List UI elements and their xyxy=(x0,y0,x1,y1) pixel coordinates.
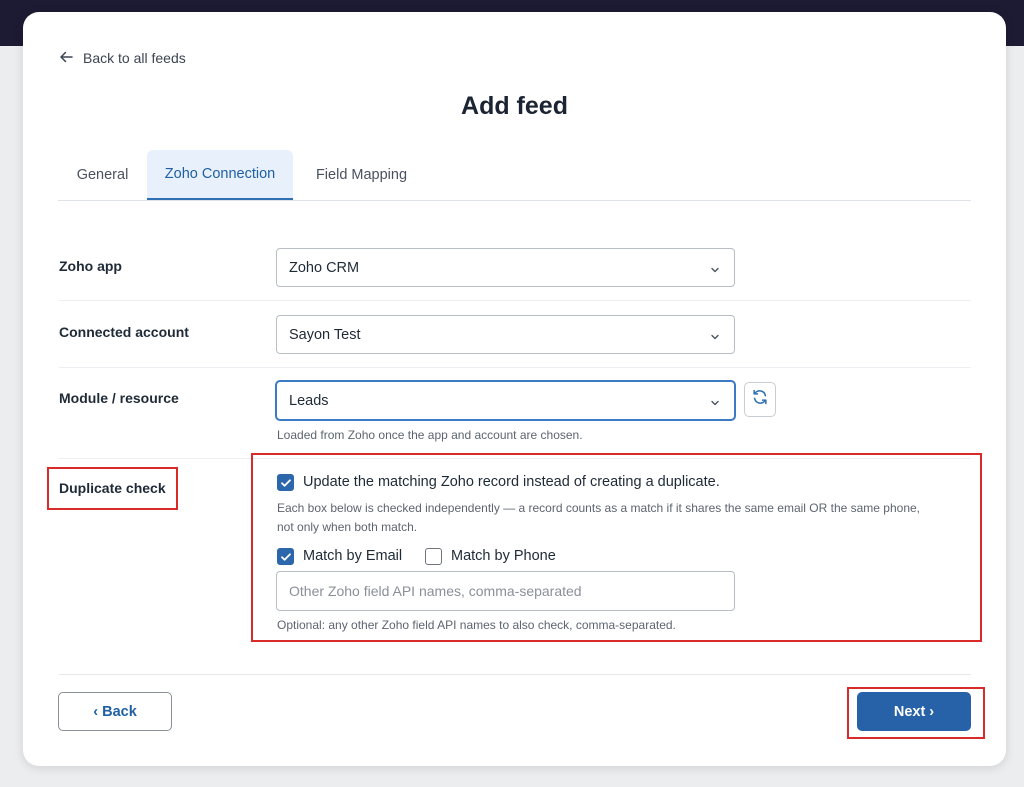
match-phone-label[interactable]: Match by Phone xyxy=(451,548,556,564)
chevron-down-icon xyxy=(710,396,720,406)
match-email-label[interactable]: Match by Email xyxy=(303,548,402,564)
chevron-down-icon xyxy=(710,263,720,273)
update-record-label[interactable]: Update the matching Zoho record instead … xyxy=(303,474,720,490)
zoho-app-value: Zoho CRM xyxy=(289,259,360,276)
module-help-text: Loaded from Zoho once the app and accoun… xyxy=(277,428,583,442)
page-title: Add feed xyxy=(461,92,568,120)
module-resource-value: Leads xyxy=(289,392,329,409)
zoho-app-select[interactable]: Zoho CRM xyxy=(276,248,735,287)
add-feed-card: Back to all feeds Add feed General Zoho … xyxy=(23,12,1006,766)
back-to-feeds-label: Back to all feeds xyxy=(83,50,186,66)
connected-account-value: Sayon Test xyxy=(289,326,361,343)
back-to-feeds-link[interactable]: Back to all feeds xyxy=(59,49,186,67)
update-record-checkbox[interactable] xyxy=(277,474,294,491)
duplicate-explanation-line1: Each box below is checked independently … xyxy=(277,501,921,515)
zoho-app-label: Zoho app xyxy=(59,258,122,274)
row-divider xyxy=(59,367,971,368)
match-email-checkbox[interactable] xyxy=(277,548,294,565)
refresh-icon xyxy=(751,388,769,411)
row-divider xyxy=(59,458,971,459)
connected-account-select[interactable]: Sayon Test xyxy=(276,315,735,354)
tab-zoho-connection[interactable]: Zoho Connection xyxy=(147,150,293,200)
row-divider xyxy=(59,300,971,301)
tab-bar: General Zoho Connection Field Mapping xyxy=(58,150,971,201)
footer-divider xyxy=(59,674,971,675)
back-button[interactable]: ‹ Back xyxy=(58,692,172,731)
duplicate-explanation-line2: not only when both match. xyxy=(277,520,418,534)
other-fields-input[interactable] xyxy=(276,571,735,611)
connected-account-label: Connected account xyxy=(59,324,189,340)
arrow-left-icon xyxy=(59,50,73,67)
chevron-down-icon xyxy=(710,330,720,340)
tab-general[interactable]: General xyxy=(58,150,147,200)
duplicate-check-label: Duplicate check xyxy=(59,480,166,496)
refresh-modules-button[interactable] xyxy=(744,382,776,417)
next-button[interactable]: Next › xyxy=(857,692,971,731)
other-fields-help: Optional: any other Zoho field API names… xyxy=(277,618,676,632)
module-resource-select[interactable]: Leads xyxy=(276,381,735,420)
tab-field-mapping[interactable]: Field Mapping xyxy=(293,150,430,200)
module-resource-label: Module / resource xyxy=(59,390,179,406)
match-phone-checkbox[interactable] xyxy=(425,548,442,565)
